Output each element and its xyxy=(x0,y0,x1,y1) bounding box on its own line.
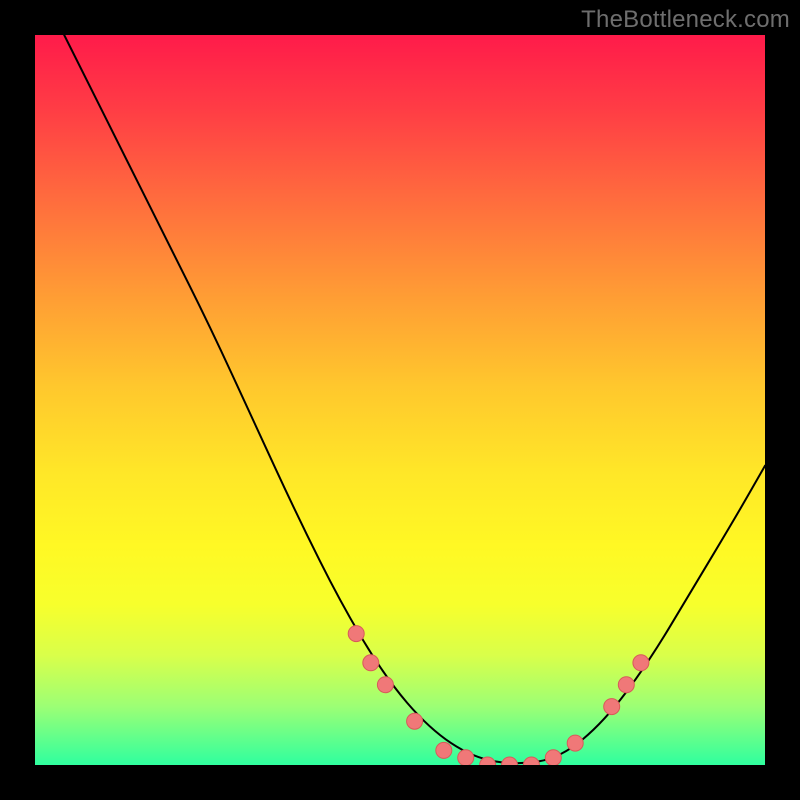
chart-plot-area xyxy=(35,35,765,765)
watermark-text: TheBottleneck.com xyxy=(581,6,790,34)
chart-frame: TheBottleneck.com xyxy=(0,0,800,800)
curve-marker xyxy=(633,655,649,671)
curve-marker xyxy=(348,626,364,642)
curve-marker xyxy=(363,655,379,671)
curve-marker xyxy=(618,677,634,693)
curve-marker xyxy=(377,677,393,693)
curve-markers xyxy=(348,626,649,765)
curve-marker xyxy=(604,699,620,715)
curve-marker xyxy=(436,742,452,758)
curve-marker xyxy=(458,750,474,765)
curve-marker xyxy=(545,750,561,765)
curve-marker xyxy=(523,757,539,765)
curve-marker xyxy=(407,713,423,729)
chart-svg xyxy=(35,35,765,765)
curve-marker xyxy=(567,735,583,751)
bottleneck-curve xyxy=(64,35,765,763)
curve-marker xyxy=(502,757,518,765)
